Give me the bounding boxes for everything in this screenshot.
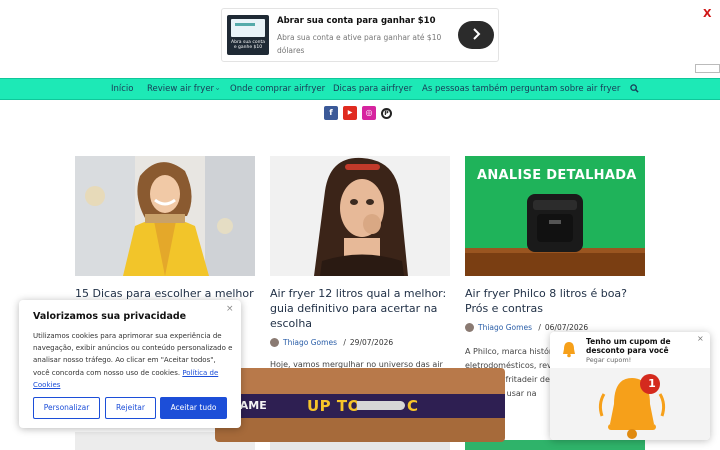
- ad-title[interactable]: Abrar sua conta para ganhar $10: [277, 16, 436, 26]
- cookie-reject-button[interactable]: Rejeitar: [105, 397, 156, 419]
- nav-item-dicas[interactable]: Dicas para airfryer: [333, 79, 412, 99]
- card-2-title[interactable]: Air fryer 12 litros qual a melhor: guia …: [270, 286, 450, 331]
- nav-item-onde-comprar[interactable]: Onde comprar airfryer: [230, 79, 325, 99]
- card-2-author[interactable]: Thiago Gomes: [283, 338, 337, 347]
- nav-item-perguntas[interactable]: As pessoas também perguntam sobre air fr…: [422, 79, 620, 99]
- ad-description: Abra sua conta e ative para ganhar até $…: [277, 33, 442, 55]
- cookie-close-button[interactable]: ×: [226, 304, 234, 314]
- card-3-author[interactable]: Thiago Gomes: [478, 323, 532, 332]
- nav-item-review[interactable]: Review air fryer›: [147, 79, 221, 99]
- author-avatar: [465, 323, 474, 332]
- nav-item-inicio[interactable]: Início: [111, 79, 134, 99]
- ad-thumbnail-text: Abra sua conta e ganhe $10: [231, 40, 265, 50]
- meta-separator: /: [343, 338, 346, 347]
- search-icon[interactable]: [630, 84, 639, 93]
- chevron-right-icon: [473, 28, 481, 40]
- coupon-popup[interactable]: Tenho um cupom de desconto para você Peg…: [550, 332, 710, 440]
- card-1-image[interactable]: [75, 156, 255, 276]
- game-banner-tail-text: C: [407, 397, 419, 415]
- chevron-down-icon: ›: [213, 87, 222, 91]
- ad-card[interactable]: Abra sua conta e ganhe $10 Abrar sua con…: [221, 8, 499, 62]
- instagram-icon[interactable]: ◎: [362, 106, 376, 120]
- card-3-date: 06/07/2026: [544, 323, 589, 332]
- cookie-accept-button[interactable]: Aceitar tudo: [160, 397, 227, 419]
- bell-small-icon: [563, 342, 575, 358]
- cookie-text: Utilizamos cookies para aprimorar sua ex…: [33, 330, 233, 391]
- cookie-customize-button[interactable]: Personalizar: [33, 397, 100, 419]
- main-nav: Início Review air fryer› Onde comprar ai…: [0, 78, 720, 100]
- ad-close-button[interactable]: X: [703, 7, 711, 20]
- card-2-meta: Thiago Gomes /29/07/2026: [270, 338, 393, 347]
- woman-yellow-coat-illustration: [75, 156, 255, 276]
- top-ad-banner: Abra sua conta e ganhe $10 Abrar sua con…: [0, 0, 720, 73]
- ad-arrow-button[interactable]: [458, 21, 494, 49]
- bell-icon: [598, 374, 666, 439]
- coupon-subtitle[interactable]: Pegar cupom!: [586, 356, 631, 364]
- ad-info-badge[interactable]: [695, 64, 720, 73]
- card-2-date: 29/07/2026: [349, 338, 394, 347]
- card-3-meta: Thiago Gomes /06/07/2026: [465, 323, 588, 332]
- card-2-image[interactable]: [270, 156, 450, 276]
- card-3-image[interactable]: ANALISE DETALHADA: [465, 156, 645, 276]
- game-banner-ad[interactable]: K.GAME UP TO C: [215, 368, 505, 442]
- youtube-icon[interactable]: ▶: [343, 106, 357, 120]
- nav-item-review-label: Review air fryer: [147, 84, 215, 94]
- meta-separator: /: [538, 323, 541, 332]
- facebook-icon[interactable]: f: [324, 106, 338, 120]
- card-3-image-text: ANALISE DETALHADA: [477, 168, 637, 183]
- pinterest-icon[interactable]: P: [381, 108, 392, 119]
- coupon-title: Tenho um cupom de desconto para você: [586, 337, 671, 355]
- cookie-consent-dialog: Valorizamos sua privacidade × Utilizamos…: [19, 300, 241, 428]
- coupon-badge-count: 1: [648, 377, 656, 390]
- author-avatar: [270, 338, 279, 347]
- ad-thumbnail: Abra sua conta e ganhe $10: [227, 15, 269, 55]
- card-1-title[interactable]: 15 Dicas para escolher a melhor: [75, 286, 255, 301]
- card-3-title[interactable]: Air fryer Philco 8 litros é boa? Prós e …: [465, 286, 645, 316]
- sword-icon: [357, 401, 405, 410]
- coupon-close-button[interactable]: ×: [697, 334, 704, 343]
- surprised-woman-illustration: [270, 156, 450, 276]
- cookie-title: Valorizamos sua privacidade: [33, 311, 187, 322]
- game-banner-right-text: UP TO: [307, 397, 361, 415]
